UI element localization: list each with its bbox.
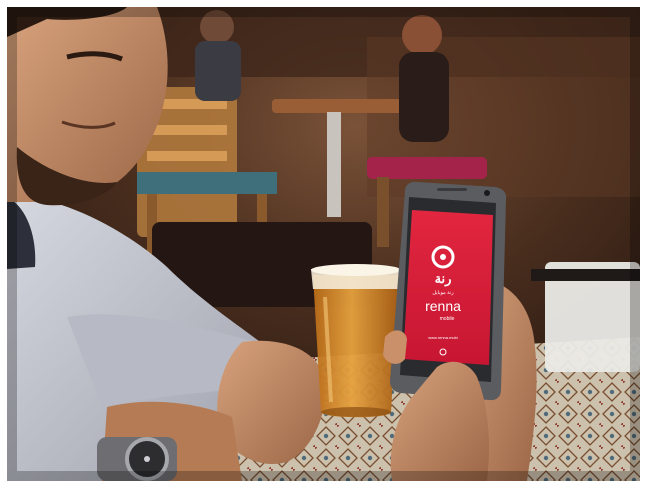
- phone-screen: [403, 210, 493, 365]
- screen-brand: renna: [425, 298, 461, 314]
- photo-frame: رنة رنة موبايل renna mobile www.renna.mo…: [7, 7, 640, 481]
- screen-footer-text: www.renna.mobi: [428, 335, 458, 340]
- cafe-scene-photo: رنة رنة موبايل renna mobile www.renna.mo…: [7, 7, 640, 481]
- screen-arabic-wordmark: رنة: [435, 271, 452, 287]
- screen-arabic-sub: رنة موبايل: [432, 290, 454, 296]
- screen-brand-sub: mobile: [440, 316, 455, 322]
